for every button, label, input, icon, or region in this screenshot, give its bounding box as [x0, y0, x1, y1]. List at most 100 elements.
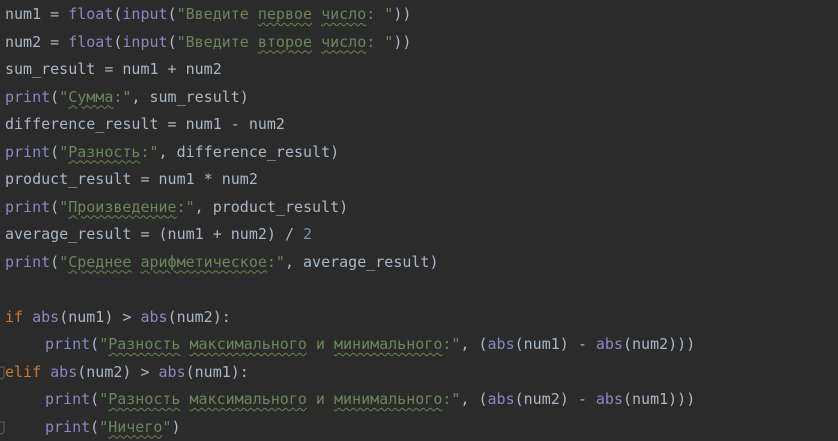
code-token: print	[45, 335, 91, 353]
code-token: (	[167, 5, 177, 23]
code-token: abs	[32, 307, 60, 326]
code-line[interactable]: print("Сумма:", sum_result)	[0, 84, 838, 112]
code-token: "Введите	[176, 32, 258, 51]
code-token: product_result = num1 * num2	[5, 170, 258, 188]
code-token: float	[68, 32, 114, 51]
code-token: :"	[176, 197, 195, 216]
code-token: минимального	[334, 335, 443, 353]
code-token: print	[5, 142, 51, 161]
code-line[interactable]: sum_result = num1 + num2	[0, 56, 838, 84]
code-token: (num1) -	[514, 335, 596, 353]
code-lines[interactable]: num1 = float(input("Введите первое число…	[0, 1, 838, 441]
code-token: Разность	[68, 142, 141, 161]
code-token: :"	[266, 252, 285, 271]
code-token: "Введите	[176, 5, 258, 23]
code-token: elif	[5, 362, 51, 381]
code-token: )	[171, 417, 181, 436]
code-line[interactable]: print("Разность максимального и минималь…	[0, 386, 838, 414]
code-token: print	[5, 252, 51, 271]
code-token: : "	[366, 5, 394, 23]
code-token: и	[306, 390, 334, 408]
code-line[interactable]: print("Произведение:", product_result)	[0, 194, 838, 222]
code-line[interactable]: num1 = float(input("Введите первое число…	[0, 1, 838, 29]
code-token: num1 =	[5, 5, 69, 23]
code-token: difference_result = num1 - num2	[5, 115, 285, 133]
code-token: Сумма	[68, 87, 114, 106]
code-token: Ничего	[108, 417, 163, 436]
code-token: average_result = (num1 + num2) /	[5, 225, 304, 243]
code-token: print	[45, 390, 91, 408]
code-token: num2 =	[5, 32, 69, 51]
fold-marker-icon[interactable]	[0, 414, 7, 441]
code-token: float	[68, 5, 114, 23]
code-token: 2	[303, 225, 313, 243]
code-token: (	[90, 417, 100, 436]
code-token: abs	[50, 362, 78, 381]
code-token: ))	[393, 32, 412, 51]
code-token: print	[5, 87, 51, 106]
code-editor[interactable]: num1 = float(input("Введите первое число…	[0, 0, 838, 441]
code-line[interactable]: print("Разность максимального и минималь…	[0, 331, 838, 359]
code-token: (	[90, 390, 100, 408]
code-token: и	[306, 335, 334, 353]
code-token: , product_result)	[194, 197, 349, 216]
code-token: Произведение	[68, 197, 177, 216]
code-token: abs	[158, 362, 186, 381]
code-token: Разность	[108, 335, 181, 353]
code-token: :"	[113, 87, 132, 106]
code-line[interactable]: num2 = float(input("Введите второе число…	[0, 29, 838, 57]
code-token: (num1) >	[59, 307, 141, 326]
code-token: , difference_result)	[158, 142, 340, 161]
code-token: , (	[460, 335, 488, 353]
code-token: (	[50, 252, 60, 271]
code-token: (num1):	[185, 362, 249, 381]
code-line[interactable]: average_result = (num1 + num2) / 2	[0, 221, 838, 249]
code-token: :"	[442, 390, 461, 408]
code-token: (num2) -	[514, 390, 596, 408]
code-token: (num2) >	[77, 362, 159, 381]
code-token: (num1)))	[623, 390, 696, 408]
code-token: максимального	[189, 335, 307, 353]
code-token: "	[59, 197, 69, 216]
code-token: print	[45, 417, 91, 436]
code-token: Среднее	[68, 252, 132, 271]
code-token: print	[5, 197, 51, 216]
code-token: abs	[595, 390, 623, 408]
code-token: (	[50, 87, 60, 106]
code-token: if	[5, 307, 33, 326]
code-line[interactable]: product_result = num1 * num2	[0, 166, 838, 194]
code-token: "	[59, 252, 69, 271]
code-token: (	[50, 142, 60, 161]
code-token: "	[99, 390, 109, 408]
code-line[interactable]	[0, 276, 838, 304]
code-token: "	[99, 335, 109, 353]
code-line[interactable]: if abs(num1) > abs(num2):	[0, 304, 838, 332]
code-token: abs	[487, 390, 515, 408]
code-token: , (	[460, 390, 488, 408]
code-token: input	[122, 32, 168, 51]
code-token: максимального	[189, 390, 307, 408]
code-line[interactable]: difference_result = num1 - num2	[0, 111, 838, 139]
code-token: :"	[442, 335, 461, 353]
code-token: "	[59, 87, 69, 106]
code-token: Разность	[108, 390, 181, 408]
code-line[interactable]: elif abs(num2) > abs(num1):	[0, 359, 838, 387]
code-token: abs	[140, 307, 168, 326]
code-token: , sum_result)	[131, 87, 249, 106]
code-line[interactable]: print("Ничего")	[0, 414, 838, 441]
code-line[interactable]: print("Разность:", difference_result)	[0, 139, 838, 167]
code-token: число	[321, 32, 367, 51]
code-token: второе	[257, 32, 313, 51]
code-line[interactable]: print("Среднее арифметическое:", average…	[0, 249, 838, 277]
code-token: :"	[140, 142, 159, 161]
code-token: "	[99, 417, 109, 436]
code-token: (num2)))	[623, 335, 696, 353]
code-token: sum_result = num1 + num2	[5, 60, 222, 78]
code-token: , average_result)	[284, 252, 439, 271]
code-token: ))	[393, 5, 412, 23]
code-token: арифметическое	[140, 252, 267, 271]
code-token: (	[50, 197, 60, 216]
